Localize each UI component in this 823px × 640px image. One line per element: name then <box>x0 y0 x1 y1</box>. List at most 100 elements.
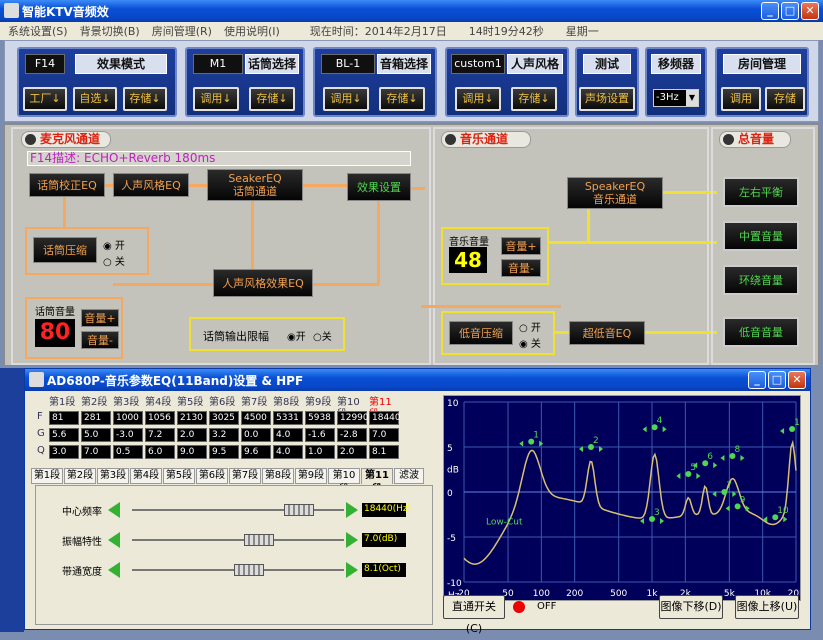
factory-button[interactable]: 工厂↓ <box>23 87 67 111</box>
q-cell[interactable]: 9.0 <box>177 445 207 459</box>
g-cell[interactable]: 4.0 <box>273 428 303 442</box>
f-cell[interactable]: 1000 <box>113 411 143 425</box>
f-cell[interactable]: 5938 <box>305 411 335 425</box>
q-cell[interactable]: 9.5 <box>209 445 239 459</box>
g-cell[interactable]: 3.2 <box>209 428 239 442</box>
menu-background[interactable]: 背景切换(B) <box>80 23 140 39</box>
music-volume-down[interactable]: 音量- <box>501 259 541 277</box>
g-cell[interactable]: 0.0 <box>241 428 271 442</box>
mic-limit-on[interactable]: ◉开 <box>287 328 306 343</box>
mic-load-button[interactable]: 调用↓ <box>193 87 239 111</box>
mic-compress-on[interactable]: ◉ 开 <box>103 237 125 252</box>
q-left-marker[interactable] <box>642 426 647 433</box>
band-tab[interactable]: 第11段 <box>361 468 393 495</box>
q-cell[interactable]: 3.0 <box>49 445 79 459</box>
slider-thumb[interactable] <box>244 534 275 546</box>
f-cell[interactable]: 2130 <box>177 411 207 425</box>
f-cell[interactable]: 81 <box>49 411 79 425</box>
minimize-button[interactable]: _ <box>761 2 779 20</box>
q-right-marker[interactable] <box>696 473 701 479</box>
mic-limit-off[interactable]: ○关 <box>313 328 332 343</box>
band-tab[interactable]: 第6段 <box>196 468 228 484</box>
menu-system[interactable]: 系统设置(S) <box>8 23 68 39</box>
close-button[interactable]: ✕ <box>801 2 819 20</box>
voice-style-eq-block[interactable]: 人声风格EQ <box>113 173 189 197</box>
band-tab[interactable]: 第2段 <box>64 468 96 484</box>
menu-room[interactable]: 房间管理(R) <box>152 23 212 39</box>
speaker-load-button[interactable]: 调用↓ <box>323 87 369 111</box>
mic-volume-down[interactable]: 音量- <box>81 331 119 349</box>
slider-track[interactable] <box>132 539 344 541</box>
speaker-eq-block[interactable]: SpeakerEQ 音乐通道 <box>567 177 663 209</box>
increase-arrow-icon[interactable] <box>346 562 358 578</box>
voice-load-button[interactable]: 调用↓ <box>455 87 501 111</box>
mic-eq-block[interactable]: 话筒校正EQ <box>29 173 105 197</box>
voice-store-button[interactable]: 存储↓ <box>511 87 557 111</box>
g-cell[interactable]: 5.0 <box>81 428 111 442</box>
decrease-arrow-icon[interactable] <box>108 532 120 548</box>
bass-compress-block[interactable]: 低音压缩 <box>449 321 513 345</box>
slider-thumb[interactable] <box>233 564 264 576</box>
image-move-up-button[interactable]: 图像上移(U) <box>735 595 799 619</box>
band-tab[interactable]: 第7段 <box>229 468 261 484</box>
maximize-button[interactable]: □ <box>781 2 799 20</box>
effect-setting-block[interactable]: 效果设置 <box>347 173 411 201</box>
q-left-marker[interactable] <box>780 428 785 434</box>
band-tab[interactable]: 第4段 <box>130 468 162 484</box>
band-tab[interactable]: 第10段 <box>328 468 360 495</box>
band-tab[interactable]: 第8段 <box>262 468 294 484</box>
q-cell[interactable]: 2.0 <box>337 445 367 459</box>
bypass-button[interactable]: 直通开关(C) <box>443 595 505 635</box>
q-left-marker[interactable] <box>519 440 524 447</box>
g-cell[interactable]: 7.0 <box>369 428 399 442</box>
sound-field-button[interactable]: 声场设置 <box>579 87 635 111</box>
q-cell[interactable]: 0.5 <box>113 445 143 459</box>
band-tab[interactable]: 滤波 <box>394 468 424 484</box>
voice-fx-eq-block[interactable]: 人声风格效果EQ <box>213 269 313 297</box>
mic-compress-block[interactable]: 话筒压缩 <box>33 237 97 263</box>
g-cell[interactable]: -1.6 <box>305 428 335 442</box>
eq-maximize-button[interactable]: □ <box>768 371 786 389</box>
f-cell[interactable]: 5331 <box>273 411 303 425</box>
f-cell[interactable]: 12990 <box>337 411 369 425</box>
mic-compress-off[interactable]: ○ 关 <box>103 253 125 268</box>
increase-arrow-icon[interactable] <box>346 532 358 548</box>
q-left-marker[interactable] <box>720 455 725 461</box>
music-volume-up[interactable]: 音量+ <box>501 237 541 255</box>
bass-compress-off[interactable]: ◉ 关 <box>519 335 541 350</box>
freq-shift-select[interactable]: -3Hz ▼ <box>653 89 699 107</box>
eq-close-button[interactable]: ✕ <box>788 371 806 389</box>
q-cell[interactable]: 6.0 <box>145 445 175 459</box>
chevron-down-icon[interactable]: ▼ <box>686 90 698 106</box>
bass-volume-button[interactable]: 低音音量 <box>723 317 799 347</box>
q-cell[interactable]: 1.0 <box>305 445 335 459</box>
q-left-marker[interactable] <box>725 505 730 512</box>
mic-store-button[interactable]: 存储↓ <box>249 87 295 111</box>
decrease-arrow-icon[interactable] <box>108 502 120 518</box>
q-cell[interactable]: 9.6 <box>241 445 271 459</box>
g-cell[interactable]: 7.2 <box>145 428 175 442</box>
room-load-button[interactable]: 调用 <box>721 87 761 111</box>
bass-compress-on[interactable]: ○ 开 <box>519 319 541 334</box>
q-right-marker[interactable] <box>740 455 745 461</box>
room-store-button[interactable]: 存储 <box>765 87 805 111</box>
menu-help[interactable]: 使用说明(I) <box>224 23 280 39</box>
q-cell[interactable]: 8.1 <box>369 445 399 459</box>
g-cell[interactable]: 5.6 <box>49 428 79 442</box>
f-cell[interactable]: 4500 <box>241 411 271 425</box>
f-cell[interactable]: 1056 <box>145 411 175 425</box>
effect-store-button[interactable]: 存储↓ <box>123 87 167 111</box>
surround-volume-button[interactable]: 环绕音量 <box>723 265 799 295</box>
band-tab[interactable]: 第1段 <box>31 468 63 484</box>
center-volume-button[interactable]: 中置音量 <box>723 221 799 251</box>
band-tab[interactable]: 第5段 <box>163 468 195 484</box>
q-right-marker[interactable] <box>783 516 788 523</box>
q-right-marker[interactable] <box>713 462 718 469</box>
g-cell[interactable]: -2.8 <box>337 428 367 442</box>
f-cell[interactable]: 18440 <box>369 411 401 425</box>
eq-minimize-button[interactable]: _ <box>748 371 766 389</box>
lr-balance-button[interactable]: 左右平衡 <box>723 177 799 207</box>
g-cell[interactable]: 2.0 <box>177 428 207 442</box>
q-cell[interactable]: 4.0 <box>273 445 303 459</box>
q-right-marker[interactable] <box>660 518 665 524</box>
